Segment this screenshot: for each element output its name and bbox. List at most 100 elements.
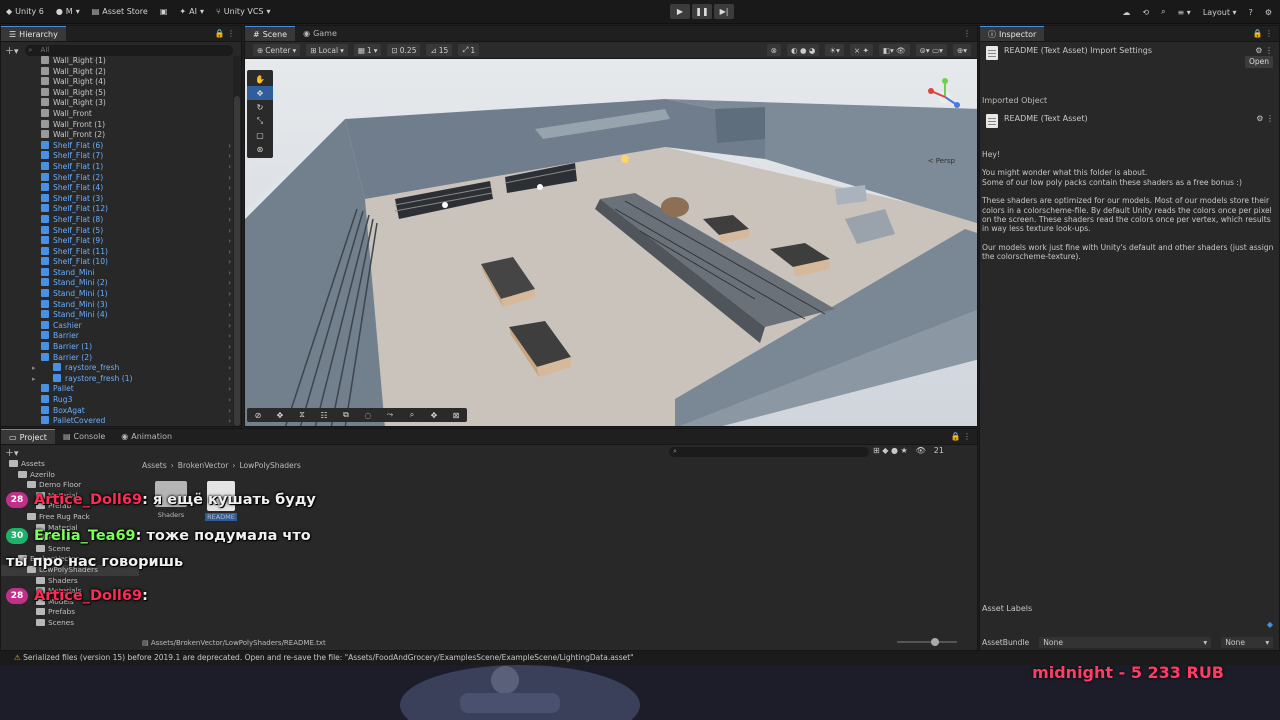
view-mode-label[interactable]: < Persp (928, 157, 955, 165)
panel-menu-icon[interactable]: ⋮ (963, 29, 971, 38)
expand-arrow-icon[interactable]: ▸ (32, 374, 36, 385)
icon-size-slider[interactable] (897, 638, 957, 646)
prefab-open-icon[interactable]: › (228, 268, 231, 279)
expand-arrow-icon[interactable]: ▸ (32, 363, 36, 374)
project-tree-item[interactable]: Azerilo (1, 470, 139, 481)
asset-store-button[interactable]: ▤ Asset Store (86, 0, 154, 24)
panel-menu-icon[interactable]: 🔒 ⋮ (214, 29, 235, 38)
pause-button[interactable]: ❚❚ (692, 4, 712, 19)
hierarchy-item[interactable]: Wall_Right (3) (1, 98, 235, 109)
view-tool-icon[interactable]: ✋ (247, 72, 273, 86)
tab-console[interactable]: ▤ Console (55, 429, 113, 444)
hierarchy-item[interactable]: Wall_Right (5) (1, 87, 235, 99)
hierarchy-item[interactable]: Shelf_Flat (7) › (1, 151, 235, 162)
hierarchy-item[interactable]: Shelf_Flat (5) › (1, 225, 235, 237)
breadcrumb-item[interactable]: LowPolyShaders (239, 461, 300, 470)
prefab-open-icon[interactable]: › (228, 289, 231, 300)
hierarchy-item[interactable]: Pallet › (1, 384, 235, 395)
rect-tool-icon[interactable]: ▢ (247, 128, 273, 142)
hierarchy-item[interactable]: ▸ raystore_fresh › (1, 363, 235, 374)
pan-icon[interactable]: ✥ (423, 408, 445, 422)
hierarchy-item[interactable]: Shelf_Flat (12) › (1, 204, 235, 215)
hierarchy-item[interactable]: Shelf_Flat (4) › (1, 183, 235, 194)
hierarchy-item[interactable]: Wall_Right (2) (1, 66, 235, 78)
prefab-open-icon[interactable]: › (228, 173, 231, 184)
panel-menu-icon[interactable]: 🔒 ⋮ (950, 432, 971, 441)
asset-menu-icon[interactable]: ⚙ ⋮ (1256, 114, 1274, 123)
prefab-open-icon[interactable]: › (228, 300, 231, 311)
vcs-button[interactable]: ⑂ Unity VCS ▾ (210, 0, 277, 24)
layers-dropdown[interactable]: ≡ ▾ (1178, 8, 1191, 17)
prefab-open-icon[interactable]: › (228, 353, 231, 364)
hierarchy-item[interactable]: Shelf_Flat (11) › (1, 246, 235, 258)
header-menu-icon[interactable]: ⚙ ⋮ (1255, 46, 1273, 55)
prefab-open-icon[interactable]: › (228, 183, 231, 194)
search-icon[interactable]: ⌕ (1161, 7, 1165, 17)
camera-toggle[interactable]: ⊕▾ (952, 44, 971, 56)
snap-increment[interactable]: ⊡ 0.25 (387, 44, 421, 56)
prefab-open-icon[interactable]: › (228, 374, 231, 385)
play-button[interactable]: ▶ (670, 4, 690, 19)
prefab-open-icon[interactable]: › (228, 226, 231, 237)
prefab-open-icon[interactable]: › (228, 310, 231, 321)
hierarchy-item[interactable]: BoxAgat › (1, 405, 235, 417)
project-tree-item[interactable]: Prefabs (1, 607, 139, 618)
pivot-dropdown[interactable]: ⊕ Center ▾ (253, 44, 301, 56)
scale-snap[interactable]: ⤢ 1 (458, 44, 480, 56)
account-menu[interactable]: ● M ▾ (50, 0, 86, 24)
panel-menu-icon[interactable]: 🔒 ⋮ (1252, 29, 1273, 38)
hierarchy-item[interactable]: Stand_Mini (3) › (1, 299, 235, 311)
prefab-open-icon[interactable]: › (228, 331, 231, 342)
prefab-open-icon[interactable]: › (228, 406, 231, 417)
ai-button[interactable]: ✦ AI ▾ (173, 0, 210, 24)
prefab-open-icon[interactable]: › (228, 384, 231, 395)
asset-variant-dropdown[interactable]: None ▾ (1221, 637, 1274, 648)
zoom-icon[interactable]: ⌕ (401, 408, 423, 422)
grid-toggle[interactable]: ▦ 1 ▾ (353, 44, 382, 56)
transform-tool-icon[interactable]: ⊛ (247, 142, 273, 156)
hierarchy-item[interactable]: Stand_Mini (2) › (1, 278, 235, 289)
tab-project[interactable]: ▭ Project (1, 429, 55, 444)
hierarchy-item[interactable]: Shelf_Flat (6) › (1, 140, 235, 152)
hierarchy-item[interactable]: Cashier › (1, 320, 235, 332)
align-icon[interactable]: ⧖ (291, 408, 313, 422)
audio-toggle[interactable]: ⨯ ✦ (849, 44, 873, 56)
project-search-input[interactable]: ⌕ (669, 447, 869, 457)
gizmos-toggle[interactable]: ⊜▾ ▭▾ (915, 44, 947, 56)
hierarchy-item[interactable]: Shelf_Flat (9) › (1, 236, 235, 247)
rotate-tool-icon[interactable]: ↻ (247, 100, 273, 114)
step-button[interactable]: ▶| (714, 4, 734, 19)
history-icon[interactable]: ⟲ (1142, 8, 1149, 17)
tab-scene[interactable]: # Scene (245, 26, 296, 41)
frame-icon[interactable]: ⊠ (445, 408, 467, 422)
prefab-open-icon[interactable]: › (228, 194, 231, 205)
settings-icon[interactable]: ⚙ (1265, 8, 1272, 17)
breadcrumb-item[interactable]: BrokenVector (178, 461, 229, 470)
prefab-open-icon[interactable]: › (228, 247, 231, 258)
scene-viewport[interactable]: < Persp (245, 59, 977, 426)
hierarchy-search-input[interactable]: ⌕ All (24, 45, 233, 56)
rotate-snap[interactable]: ⊿ 15 (426, 44, 453, 56)
scrollbar-thumb[interactable] (234, 96, 240, 426)
hierarchy-item[interactable]: Shelf_Flat (2) › (1, 172, 235, 184)
hierarchy-item[interactable]: Wall_Right (4) (1, 77, 235, 88)
prefab-open-icon[interactable]: › (228, 162, 231, 173)
hierarchy-item[interactable]: Stand_Mini › (1, 267, 235, 279)
open-button[interactable]: Open (1245, 56, 1273, 68)
tab-inspector[interactable]: ⓘ Inspector (980, 26, 1045, 41)
orbit-icon[interactable]: ◌ (357, 408, 379, 422)
effects-toggle[interactable]: ◧▾ 👁 (878, 44, 910, 56)
project-tree-item[interactable]: Free Rug Pack (1, 512, 139, 523)
hierarchy-item[interactable]: Wall_Front (1) (1, 119, 235, 131)
hierarchy-item[interactable]: Barrier (1) › (1, 342, 235, 353)
prefab-open-icon[interactable]: › (228, 215, 231, 226)
help-icon[interactable]: ? (1249, 8, 1253, 17)
move-snap-icon[interactable]: ✥ (269, 408, 291, 422)
hierarchy-item[interactable]: ▸ raystore_fresh (1) › (1, 373, 235, 385)
lighting-toggle[interactable]: ☀▾ (825, 44, 844, 56)
breadcrumb-item[interactable]: Assets (142, 461, 167, 470)
project-tree-item[interactable]: Scene (1, 544, 139, 555)
shading-mode[interactable]: ◐ ● ◕ (787, 44, 820, 56)
prefab-open-icon[interactable]: › (228, 321, 231, 332)
hierarchy-item[interactable]: Shelf_Flat (8) › (1, 214, 235, 226)
